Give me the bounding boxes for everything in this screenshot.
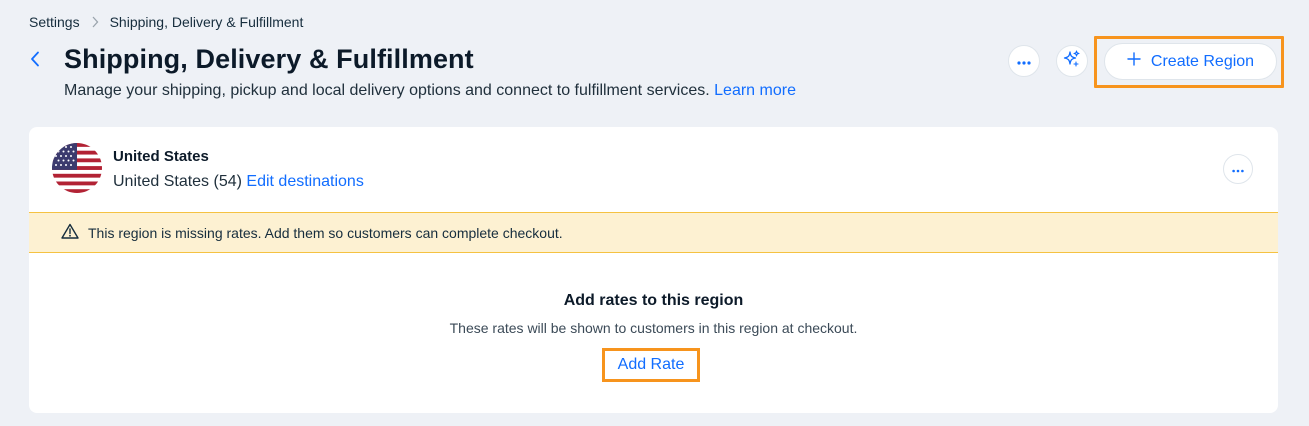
more-actions-button[interactable] — [1008, 45, 1040, 77]
more-horizontal-icon — [1232, 160, 1244, 178]
ai-assistant-button[interactable] — [1056, 45, 1088, 77]
empty-state-description: These rates will be shown to customers i… — [449, 320, 858, 336]
subtitle-text: Manage your shipping, pickup and local d… — [64, 82, 710, 99]
more-horizontal-icon — [1017, 52, 1031, 70]
plus-icon — [1127, 52, 1141, 71]
warning-triangle-icon — [61, 223, 79, 242]
breadcrumb-settings-link[interactable]: Settings — [29, 14, 80, 30]
back-button[interactable] — [24, 50, 46, 72]
breadcrumb: Settings Shipping, Delivery & Fulfillmen… — [29, 13, 303, 31]
chevron-right-icon — [80, 16, 110, 28]
region-name: United States — [113, 148, 209, 165]
missing-rates-warning: This region is missing rates. Add them s… — [29, 212, 1278, 253]
page-title: Shipping, Delivery & Fulfillment — [64, 44, 474, 74]
us-flag-icon — [52, 143, 102, 193]
region-destinations: United States (54) Edit destinations — [113, 173, 364, 191]
page-subtitle: Manage your shipping, pickup and local d… — [64, 82, 796, 100]
region-more-actions-button[interactable] — [1223, 154, 1253, 184]
breadcrumb-current: Shipping, Delivery & Fulfillment — [109, 14, 304, 30]
region-card: United States United States (54) Edit de… — [29, 127, 1278, 413]
warning-text: This region is missing rates. Add them s… — [88, 224, 563, 241]
edit-destinations-link[interactable]: Edit destinations — [246, 173, 363, 190]
empty-state-title: Add rates to this region — [563, 292, 744, 309]
destinations-count: United States (54) — [113, 173, 242, 190]
add-rate-button[interactable]: Add Rate — [605, 351, 697, 379]
sparkle-icon — [1062, 49, 1082, 74]
chevron-left-icon — [30, 51, 40, 72]
learn-more-link[interactable]: Learn more — [714, 82, 796, 99]
create-region-button[interactable]: Create Region — [1104, 43, 1277, 80]
create-region-label: Create Region — [1150, 52, 1255, 70]
